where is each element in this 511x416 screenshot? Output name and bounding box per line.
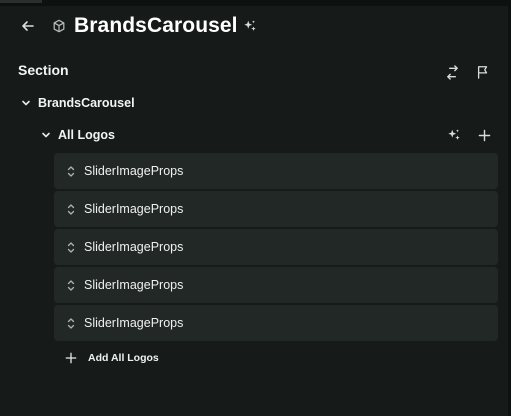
chevron-down-icon[interactable] [40, 129, 52, 141]
plus-icon [64, 351, 78, 365]
tree-root-label: BrandsCarousel [38, 96, 135, 110]
sparkle-icon[interactable] [240, 16, 260, 36]
tab-indicator [0, 0, 42, 3]
page-title: BrandsCarousel [74, 14, 238, 37]
drag-handle-icon[interactable] [66, 202, 76, 216]
header: BrandsCarousel [0, 6, 508, 46]
list-item[interactable]: SliderImageProps [54, 305, 498, 341]
section-title: Section [18, 62, 69, 78]
tree-group-row[interactable]: All Logos [40, 127, 115, 143]
list-item-label: SliderImageProps [84, 240, 184, 254]
list-item[interactable]: SliderImageProps [54, 267, 498, 303]
add-all-logos-label: Add All Logos [88, 352, 159, 364]
swap-icon[interactable] [442, 62, 462, 82]
sparkle-icon[interactable] [444, 125, 464, 145]
tree-group-label: All Logos [58, 128, 115, 142]
list-item[interactable]: SliderImageProps [54, 153, 498, 189]
list-item-label: SliderImageProps [84, 316, 184, 330]
tree-root-row[interactable]: BrandsCarousel [20, 95, 135, 111]
list-item[interactable]: SliderImageProps [54, 229, 498, 265]
flag-icon[interactable] [473, 62, 493, 82]
list-item[interactable]: SliderImageProps [54, 191, 498, 227]
drag-handle-icon[interactable] [66, 240, 76, 254]
chevron-down-icon[interactable] [20, 97, 32, 109]
list-item-label: SliderImageProps [84, 278, 184, 292]
list-item-label: SliderImageProps [84, 202, 184, 216]
cube-icon [50, 16, 68, 36]
logo-items-list: SliderImageProps SliderImageProps Slider… [54, 153, 498, 343]
list-item-label: SliderImageProps [84, 164, 184, 178]
drag-handle-icon[interactable] [66, 278, 76, 292]
back-arrow-icon[interactable] [18, 16, 38, 36]
drag-handle-icon[interactable] [66, 316, 76, 330]
drag-handle-icon[interactable] [66, 164, 76, 178]
add-all-logos-button[interactable]: Add All Logos [64, 350, 159, 366]
add-item-icon[interactable] [474, 125, 494, 145]
